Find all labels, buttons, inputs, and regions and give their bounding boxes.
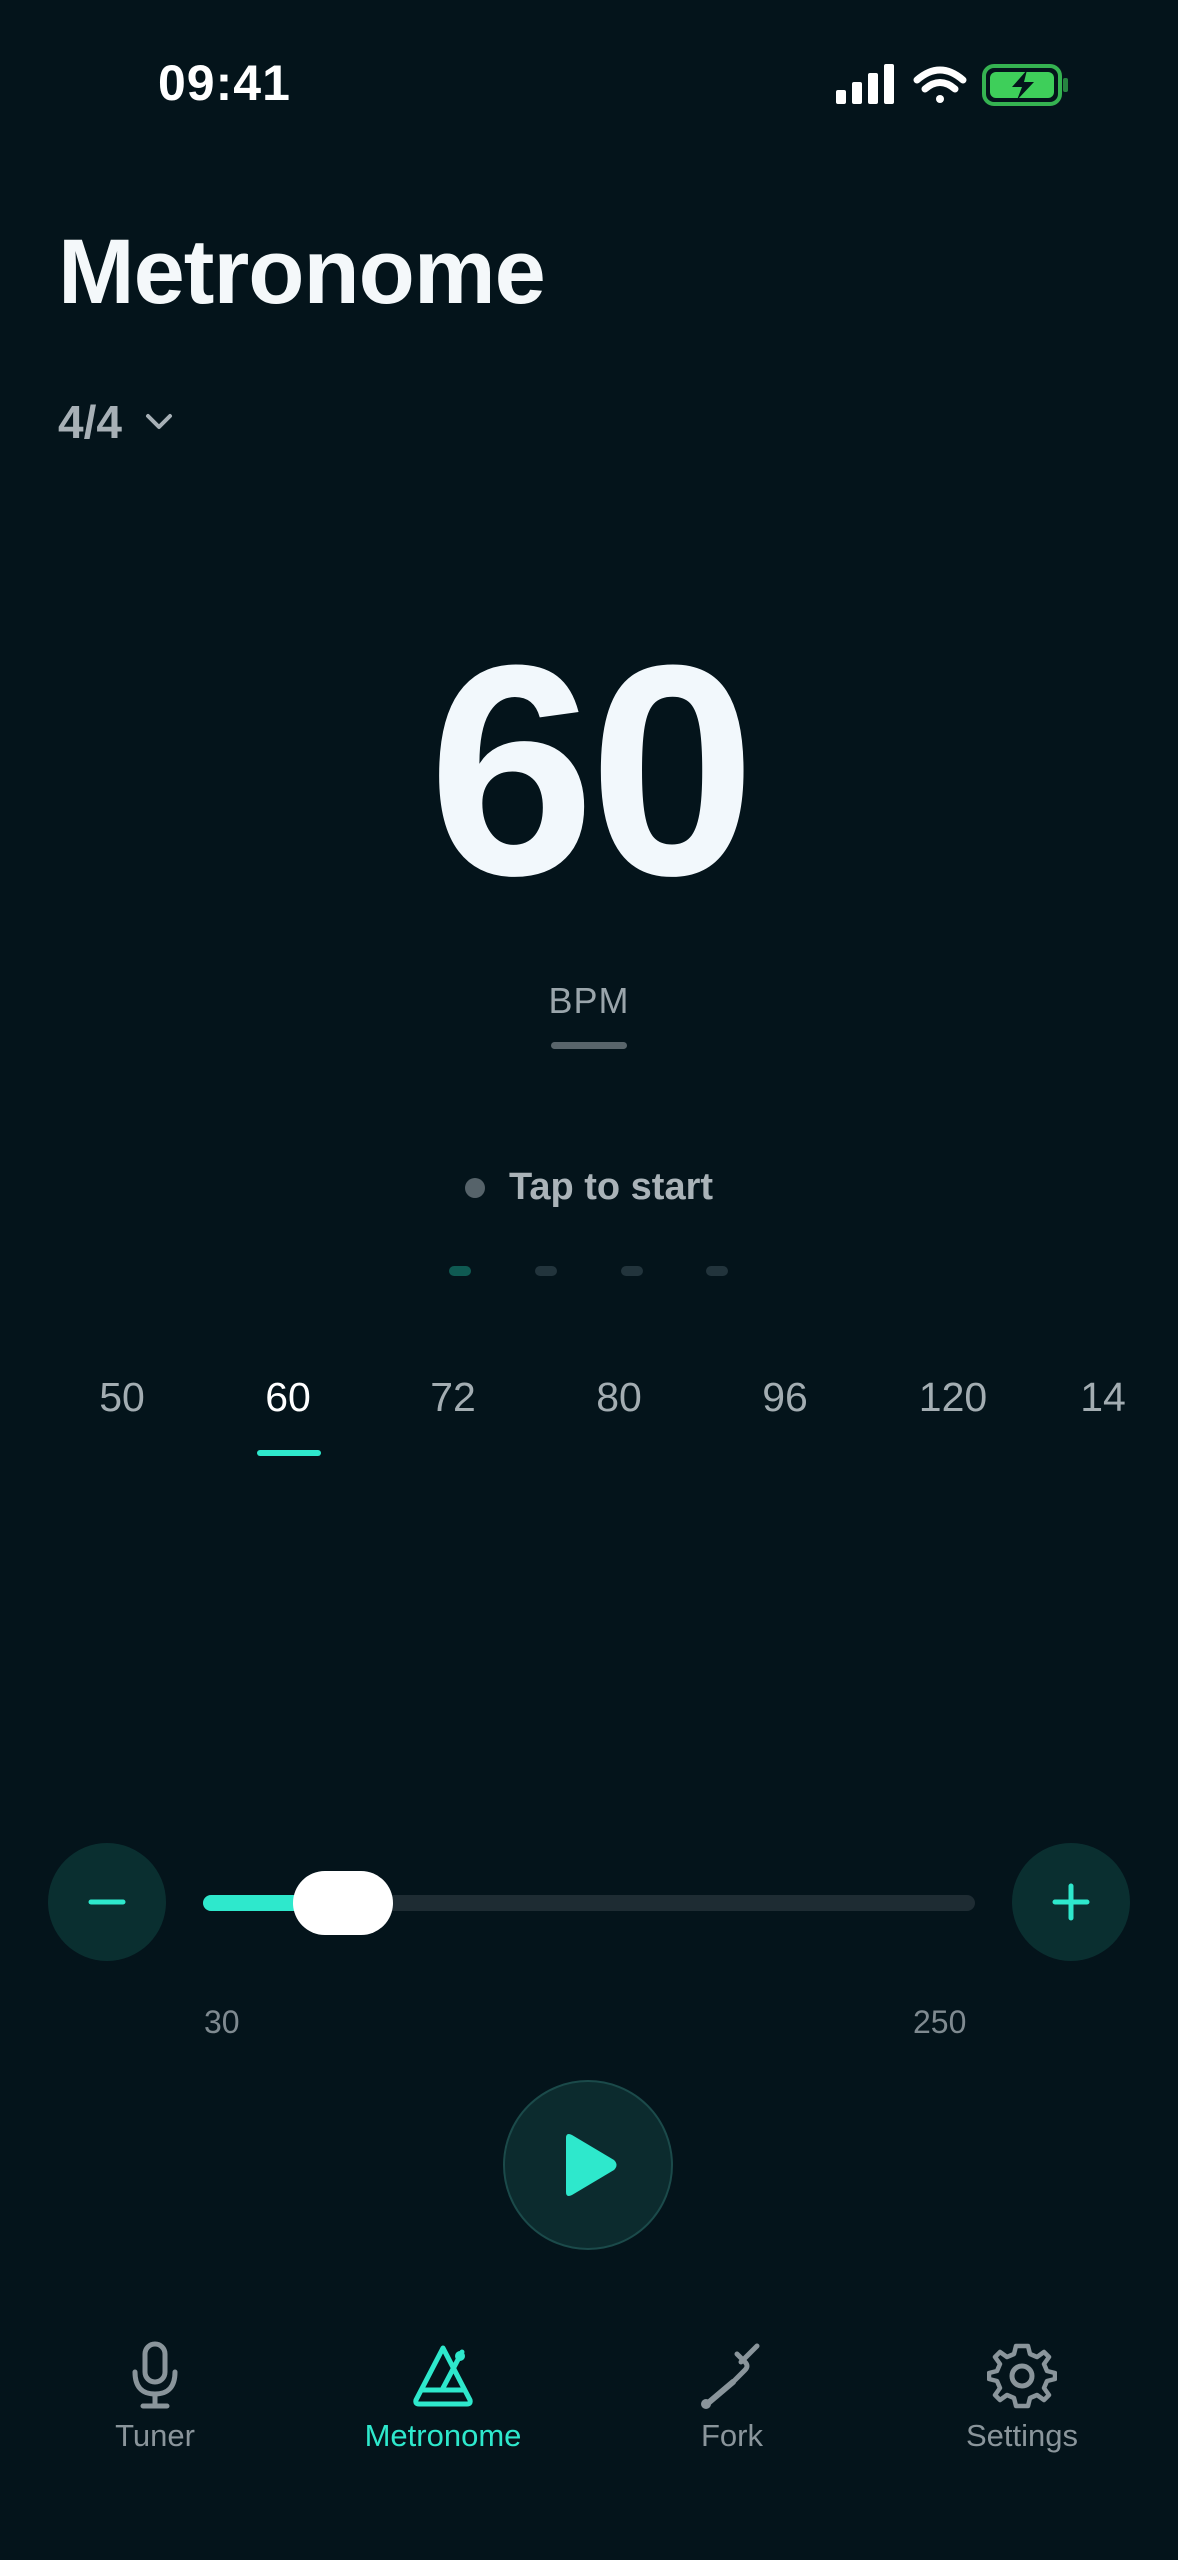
tempo-slider-thumb[interactable] bbox=[293, 1871, 393, 1935]
play-icon bbox=[566, 2134, 617, 2196]
preset-80[interactable]: 80 bbox=[559, 1374, 679, 1421]
tap-to-start[interactable]: Tap to start bbox=[0, 1166, 1178, 1209]
battery-charging-icon bbox=[982, 64, 1068, 106]
tab-fork[interactable]: Fork bbox=[632, 2340, 832, 2454]
tap-to-start-label: Tap to start bbox=[508, 1166, 714, 1208]
decrease-tempo-button[interactable] bbox=[48, 1843, 166, 1961]
preset-14[interactable]: 14 bbox=[1063, 1374, 1143, 1421]
plus-icon bbox=[1052, 1883, 1090, 1921]
play-button[interactable] bbox=[503, 2080, 673, 2250]
preset-72[interactable]: 72 bbox=[393, 1374, 513, 1421]
increase-tempo-button[interactable] bbox=[1012, 1843, 1130, 1961]
time-signature-dropdown[interactable]: 4/4 bbox=[58, 395, 174, 449]
status-dot bbox=[464, 1177, 485, 1198]
beat-indicator-3 bbox=[621, 1266, 643, 1276]
tab-label-metronome: Metronome bbox=[364, 2418, 522, 2453]
gear-icon bbox=[987, 2343, 1057, 2409]
preset-120[interactable]: 120 bbox=[893, 1374, 1013, 1421]
minus-icon bbox=[88, 1899, 126, 1905]
tuning-fork-icon bbox=[701, 2343, 760, 2409]
preset-60[interactable]: 60 bbox=[228, 1374, 348, 1421]
slider-max-label: 250 bbox=[913, 2004, 967, 2040]
tab-tuner[interactable]: Tuner bbox=[55, 2340, 255, 2454]
bpm-underline bbox=[551, 1042, 627, 1049]
cellular-signal-icon bbox=[836, 64, 894, 104]
preset-50[interactable]: 50 bbox=[62, 1374, 182, 1421]
status-time: 09:41 bbox=[158, 55, 291, 111]
preset-96[interactable]: 96 bbox=[725, 1374, 845, 1421]
tab-label-fork: Fork bbox=[701, 2418, 763, 2453]
slider-min-label: 30 bbox=[204, 2004, 240, 2040]
status-icons bbox=[832, 60, 1072, 110]
beat-indicator-4 bbox=[706, 1266, 728, 1276]
microphone-icon bbox=[132, 2341, 178, 2409]
bpm-unit-label: BPM bbox=[548, 980, 630, 1021]
tab-label-tuner: Tuner bbox=[115, 2418, 195, 2453]
tab-metronome[interactable]: Metronome bbox=[343, 2340, 543, 2454]
tab-label-settings: Settings bbox=[965, 2418, 1078, 2453]
wifi-icon bbox=[913, 66, 967, 103]
bpm-value[interactable]: 60 bbox=[0, 620, 1178, 920]
tab-settings[interactable]: Settings bbox=[922, 2340, 1122, 2454]
page-title: Metronome bbox=[58, 221, 546, 323]
chevron-down-icon bbox=[145, 414, 172, 429]
metronome-icon bbox=[413, 2345, 473, 2407]
beat-indicator-1 bbox=[449, 1266, 471, 1276]
preset-selected-indicator bbox=[257, 1450, 321, 1456]
beat-indicator-2 bbox=[535, 1266, 557, 1276]
time-signature-value: 4/4 bbox=[58, 396, 122, 448]
